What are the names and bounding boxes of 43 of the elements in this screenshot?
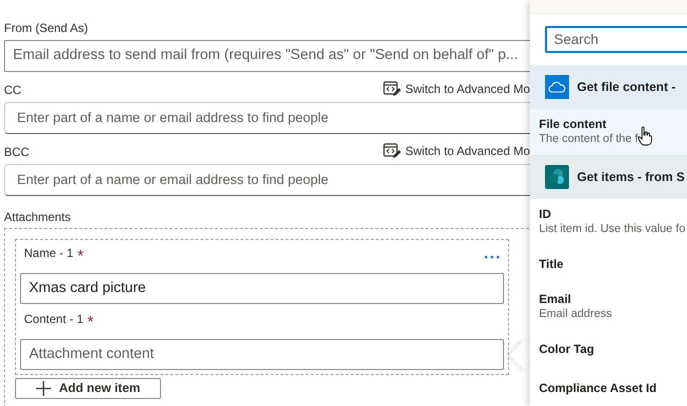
item-name: Compliance Asset Id [539,381,658,396]
item-name: Title [539,257,564,272]
group-title: Get items - from S [577,168,685,186]
dynamic-content-item[interactable]: Email Email address [530,284,687,330]
item-name: Color Tag [539,342,596,357]
item-description: Email address [539,307,612,322]
field-label: BCC [4,144,30,160]
content-field[interactable]: Attachment content [20,339,504,370]
code-edit-icon [383,81,402,97]
field-label: Name - 1 [24,245,74,262]
dynamic-content-item[interactable]: ID List item id. Use this value fo [530,199,687,245]
name-field[interactable]: Xmas card picture [20,273,504,304]
add-item-button[interactable]: Add new item [15,378,162,399]
advanced-mode-link[interactable]: Switch to Advanced Mo [383,80,530,98]
hand-cursor-icon [638,126,652,146]
email-field[interactable]: Email address to send mail from (requires "Send as" or "Send on behalf of" p... [4,40,530,72]
action-group-header[interactable]: Get file content - [530,65,687,109]
field-label: From (Send As) [4,20,88,36]
dynamic-content-item[interactable]: Compliance Asset Id [530,369,687,406]
cloud-icon [545,75,569,99]
item-description: The content of the f [539,132,638,147]
required-mark: * [87,313,94,333]
field-label: CC [4,82,22,98]
group-title: Get file content - [577,78,676,96]
plus-icon [36,381,51,396]
item-description: List item id. Use this value fo [539,222,686,237]
section-label: Attachments [4,209,72,225]
dynamic-content-item[interactable]: File content The content of the f [530,109,687,155]
people-picker-field[interactable]: Enter part of a name or email address to find people [4,102,530,134]
people-picker-field[interactable]: Enter part of a name or email address to find people [4,164,530,196]
field-label: Content - 1 [24,311,84,328]
more-icon[interactable] [484,255,500,259]
dynamic-content-item[interactable]: Title [530,245,687,284]
dynamic-content-item[interactable]: Color Tag [530,330,687,369]
item-name: Email [539,292,572,307]
required-mark: * [77,247,84,267]
item-name: ID [539,207,552,222]
action-group-header[interactable]: Get items - from S [530,155,687,199]
app-logo-icon [545,165,569,189]
item-name: File content [539,117,608,132]
advanced-mode-link[interactable]: Switch to Advanced Mo [383,142,530,160]
search-field[interactable]: Search [545,26,687,53]
code-edit-icon [383,143,402,159]
